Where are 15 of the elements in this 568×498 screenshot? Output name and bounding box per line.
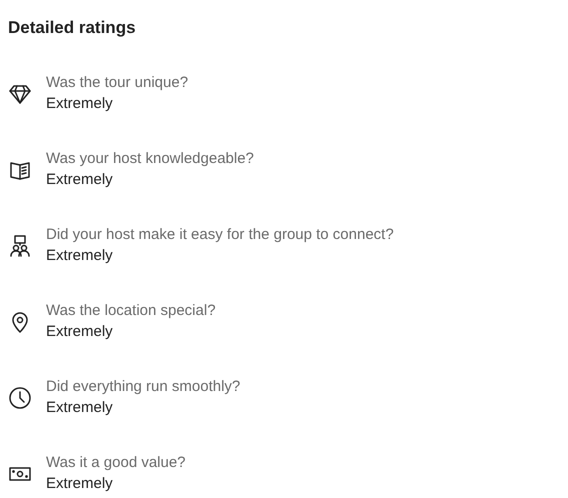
- rating-question: Was the tour unique?: [46, 73, 188, 93]
- rating-question: Was the location special?: [46, 301, 216, 321]
- rating-question: Did your host make it easy for the group to connect?: [46, 225, 394, 245]
- rating-answer: Extremely: [46, 322, 114, 342]
- rating-answer: Extremely: [46, 398, 114, 418]
- rating-answer: Extremely: [46, 94, 114, 114]
- people-icon: [8, 234, 32, 258]
- rating-question: Was your host knowledgeable?: [46, 149, 254, 169]
- rating-answer: Extremely: [46, 474, 114, 494]
- rating-answer: Extremely: [46, 246, 114, 266]
- rating-question: Was it a good value?: [46, 453, 186, 473]
- rating-question: Did everything run smoothly?: [46, 377, 240, 397]
- clock-icon: [8, 386, 32, 410]
- rating-answer: Extremely: [46, 170, 114, 190]
- section-title: Detailed ratings: [8, 17, 137, 39]
